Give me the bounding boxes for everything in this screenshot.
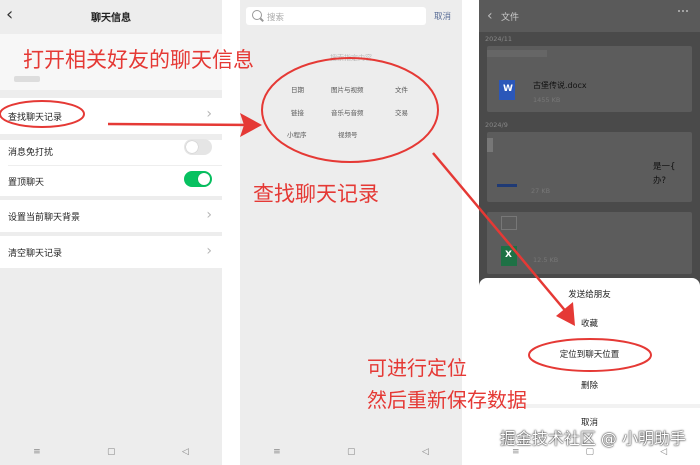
row-label: 查找聊天记录 [8, 113, 63, 123]
chevron-right-icon: › [206, 243, 212, 259]
locate-in-chat-option[interactable]: 定位到聊天位置 [479, 340, 700, 370]
file-card[interactable]: X 12.5 KB [487, 212, 692, 274]
file-card[interactable]: 是一{ 办? 27 KB [487, 132, 692, 202]
date-label: 2024/9 [485, 121, 508, 129]
file-size: 12.5 KB [533, 256, 559, 264]
row-label: 消息免打扰 [8, 148, 54, 158]
category-links[interactable]: 链接 [291, 107, 304, 117]
search-hint: 搜索指定内容 [330, 54, 372, 62]
step3-annotation-line2: 然后重新保存数据 [367, 388, 527, 412]
search-placeholder: 搜索 [267, 13, 285, 23]
favorite-option[interactable]: 收藏 [479, 309, 700, 339]
member-name-placeholder [14, 76, 40, 82]
back-nav-icon[interactable]: ◁ [182, 447, 189, 457]
send-to-friend-option[interactable]: 发送给朋友 [479, 280, 700, 310]
set-chat-background-row[interactable]: 设置当前聊天背景 › [0, 200, 222, 232]
file-size: 1455 KB [533, 96, 561, 104]
mute-notifications-row: 消息免打扰 [0, 136, 222, 166]
category-photos-videos[interactable]: 图片与视频 [331, 84, 364, 94]
chat-snippet: 办? [653, 176, 667, 186]
file-card[interactable]: W 古堡传说.docx 1455 KB [487, 46, 692, 112]
toggle-knob [198, 173, 210, 185]
step1-annotation: 打开相关好友的聊天信息 [23, 48, 254, 72]
toggle-knob [186, 141, 198, 153]
search-input[interactable]: 搜索 [246, 7, 426, 25]
home-nav-icon[interactable]: ▢ [107, 447, 116, 457]
category-date[interactable]: 日期 [291, 84, 304, 94]
row-label: 设置当前聊天背景 [8, 213, 81, 223]
date-label: 2024/11 [485, 35, 513, 43]
search-history-card: 查找聊天记录 › [0, 98, 222, 134]
row-label: 置顶聊天 [8, 178, 45, 188]
back-nav-icon[interactable]: ◁ [422, 447, 429, 457]
step3-annotation-line1: 可进行定位 [367, 356, 467, 380]
clear-chat-history-row[interactable]: 清空聊天记录 › [0, 236, 222, 268]
more-icon[interactable] [678, 10, 690, 13]
category-transactions[interactable]: 交易 [395, 107, 408, 117]
step2-annotation: 查找聊天记录 [253, 182, 379, 206]
find-chat-history-row[interactable]: 查找聊天记录 › [0, 98, 222, 134]
file-size: 27 KB [531, 187, 551, 195]
category-music-audio[interactable]: 音乐与音频 [331, 107, 364, 117]
file-name: 古堡传说.docx [533, 81, 587, 90]
category-channels[interactable]: 视频号 [338, 129, 358, 139]
excel-file-icon: X [501, 246, 517, 266]
word-file-icon: W [499, 80, 515, 100]
chevron-right-icon: › [206, 207, 212, 223]
background-card: 设置当前聊天背景 › [0, 200, 222, 232]
file-thumb-bar [497, 184, 517, 187]
pin-chat-row: 置顶聊天 [0, 166, 222, 196]
clear-history-card: 清空聊天记录 › [0, 236, 222, 268]
category-mini-programs[interactable]: 小程序 [287, 129, 307, 139]
page-title: 聊天信息 [91, 13, 131, 24]
file-thumb [487, 138, 493, 152]
search-icon [252, 10, 262, 20]
system-nav-bar: ≡ ▢ ◁ [0, 439, 222, 465]
category-files[interactable]: 文件 [395, 84, 408, 94]
system-nav-bar: ≡ ▢ ◁ [240, 439, 462, 465]
settings-card: 消息免打扰 置顶聊天 [0, 139, 222, 196]
menu-nav-icon[interactable]: ≡ [273, 447, 281, 457]
chevron-right-icon: › [206, 106, 212, 122]
back-chevron-icon[interactable]: ‹ [487, 8, 493, 24]
cancel-button[interactable]: 取消 [434, 10, 451, 22]
chat-snippet: 是一{ [653, 162, 676, 172]
menu-nav-icon[interactable]: ≡ [33, 447, 41, 457]
row-label: 清空聊天记录 [8, 249, 63, 259]
mute-toggle[interactable] [184, 139, 212, 155]
pin-toggle[interactable] [184, 171, 212, 187]
chat-info-header: ‹ 聊天信息 [0, 0, 222, 34]
file-thumb-outline [501, 216, 517, 230]
watermark: 掘金技术社区 @ 小明助手 [499, 429, 686, 448]
file-card-top-bar [487, 50, 547, 57]
files-header: ‹ 文件 [479, 0, 700, 32]
page-title: 文件 [501, 13, 520, 23]
home-nav-icon[interactable]: ▢ [347, 447, 356, 457]
